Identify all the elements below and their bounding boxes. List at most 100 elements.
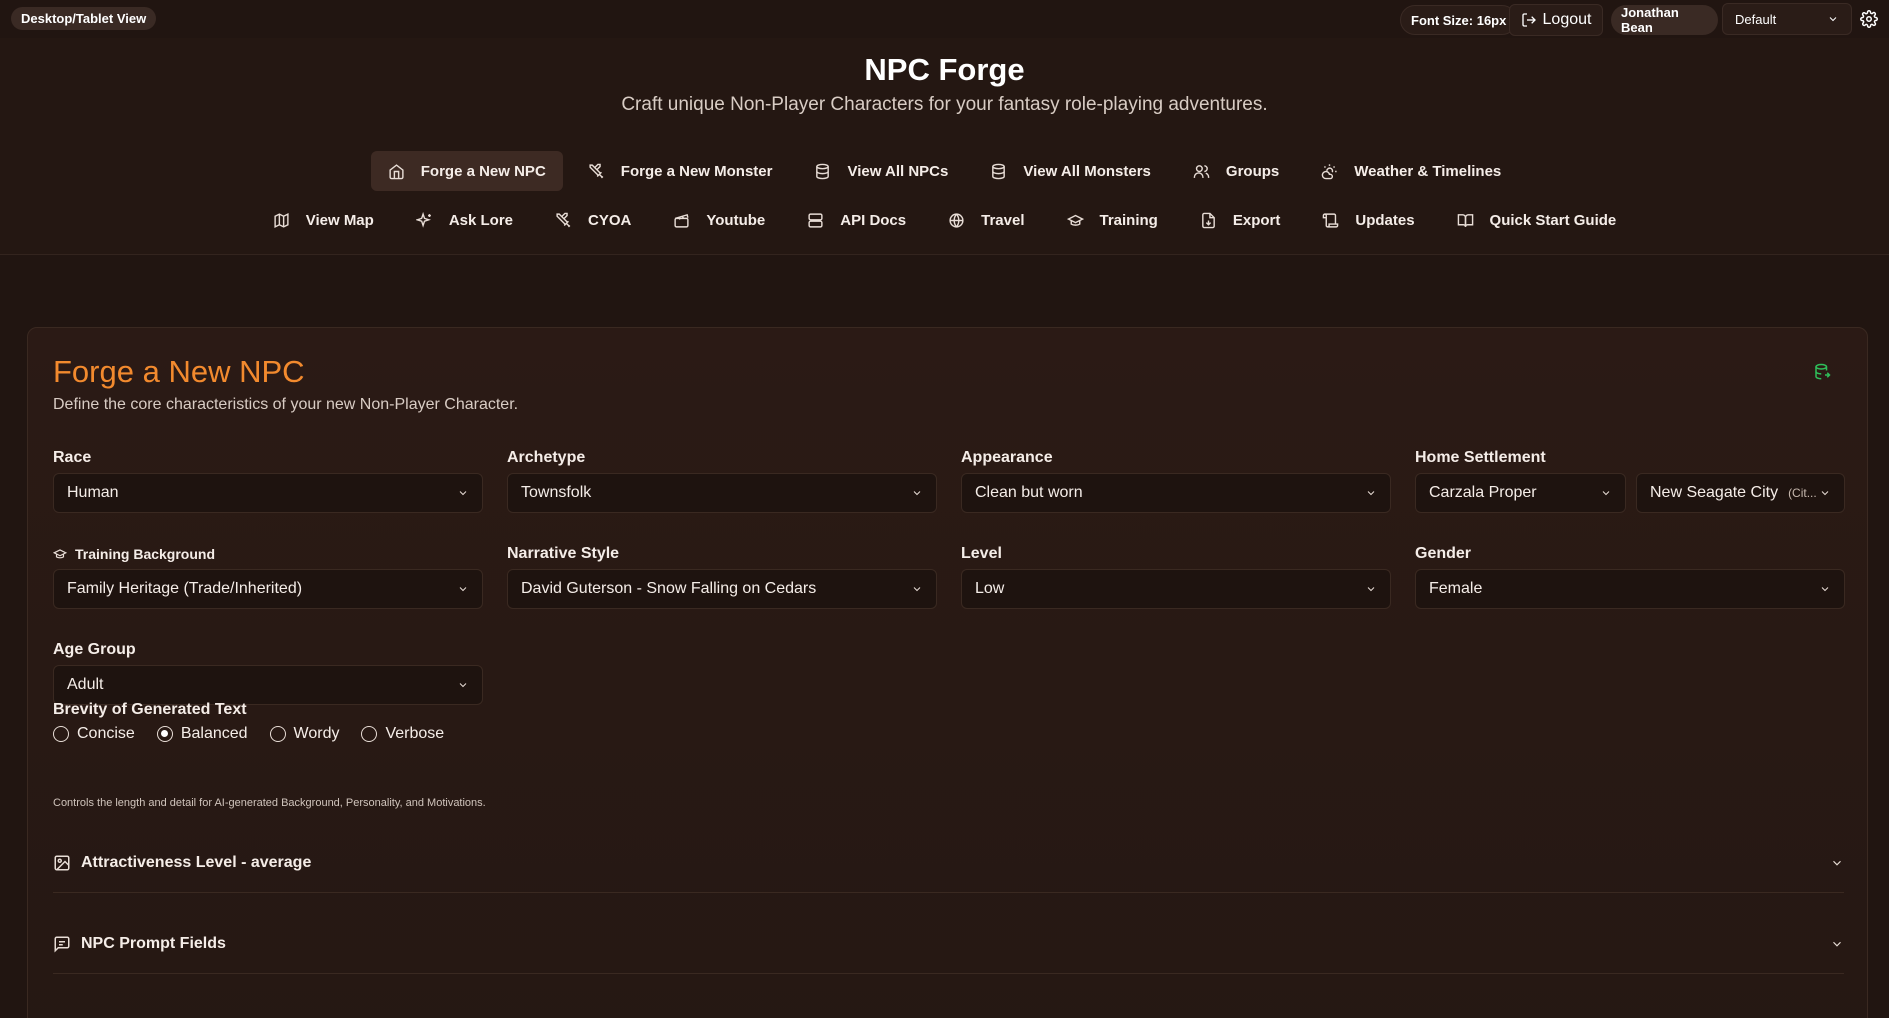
logout-label: Logout — [1542, 11, 1592, 28]
narrative-style-select[interactable]: David Guterson - Snow Falling on Cedars — [507, 569, 937, 609]
chevron-down-icon — [459, 683, 467, 688]
radio-button-selected[interactable] — [156, 726, 173, 742]
chevron-down-icon — [1367, 491, 1375, 496]
nav-updates[interactable]: Updates — [1305, 200, 1431, 240]
app-subtitle: Craft unique Non-Player Characters for y… — [621, 94, 1268, 115]
nav-youtube[interactable]: Youtube — [656, 200, 782, 240]
narrative-style-label: Narrative Style — [507, 545, 620, 562]
brevity-option-verbose[interactable]: Verbose — [361, 725, 444, 743]
brevity-option-concise[interactable]: Concise — [53, 725, 135, 743]
chevron-down-icon — [459, 491, 467, 496]
theme-value: Default — [1735, 11, 1777, 27]
form-subtitle: Define the core characteristics of your … — [53, 396, 519, 413]
nav-export[interactable]: Export — [1183, 200, 1298, 240]
logout-icon — [1521, 13, 1536, 27]
nav-travel[interactable]: Travel — [931, 200, 1041, 240]
database-sync-icon[interactable] — [1813, 363, 1831, 381]
nav-view-npcs[interactable]: View All NPCs — [797, 151, 965, 191]
training-background-label: Training Background — [53, 544, 483, 564]
home-settlement-label: Home Settlement — [1415, 449, 1546, 466]
chevron-down-icon — [1833, 941, 1841, 947]
view-mode-badge[interactable]: Desktop/Tablet View — [11, 7, 157, 30]
brevity-label: Brevity of Generated Text — [53, 701, 247, 718]
nav-training[interactable]: Training — [1050, 200, 1175, 240]
swords-icon — [556, 212, 571, 227]
home-icon — [389, 163, 404, 179]
chevron-down-icon — [1833, 860, 1841, 866]
server-icon — [808, 212, 823, 228]
level-select[interactable]: Low — [961, 569, 1391, 609]
appearance-label: Appearance — [961, 449, 1053, 466]
nav-groups[interactable]: Groups — [1176, 151, 1296, 191]
race-field: Race Human — [53, 448, 483, 513]
gender-field: Gender Female — [1415, 544, 1845, 609]
nav-ask-lore[interactable]: Ask Lore — [399, 200, 530, 240]
brevity-option-balanced[interactable]: Balanced — [156, 725, 248, 743]
graduation-cap-icon — [53, 549, 67, 559]
nav-row-secondary: View Map Ask Lore CYOA Youtube API Docs … — [0, 200, 1889, 240]
chevron-down-icon — [1821, 587, 1829, 592]
nav-weather[interactable]: Weather & Timelines — [1304, 151, 1518, 191]
clapperboard-icon — [674, 213, 689, 228]
attractiveness-accordion[interactable]: Attractiveness Level - average — [53, 833, 1844, 893]
database-icon — [816, 163, 830, 179]
sun-cloud-icon — [1321, 163, 1337, 179]
radio-button[interactable] — [269, 726, 286, 742]
npc-form-card: Forge a New NPC Define the core characte… — [27, 327, 1868, 1018]
chevron-down-icon — [459, 587, 467, 592]
age-group-label: Age Group — [53, 641, 136, 658]
users-icon — [1193, 164, 1210, 178]
app-header: NPC Forge Craft unique Non-Player Charac… — [0, 38, 1889, 255]
database-icon — [992, 163, 1006, 179]
nav-api-docs[interactable]: API Docs — [790, 200, 923, 240]
font-size-badge[interactable]: Font Size: 16px — [1400, 5, 1518, 35]
swords-icon — [589, 163, 604, 178]
nav-view-monsters[interactable]: View All Monsters — [973, 151, 1168, 191]
chevron-down-icon — [913, 491, 921, 496]
radio-button[interactable] — [361, 726, 378, 742]
age-group-field: Age Group Adult — [53, 640, 483, 705]
level-label: Level — [961, 545, 1002, 562]
image-icon — [54, 855, 70, 870]
training-background-field: Training Background Family Heritage (Tra… — [53, 544, 483, 609]
chevron-down-icon — [1829, 17, 1837, 22]
city-select[interactable]: New Seagate City (Cit... — [1636, 473, 1845, 513]
nav-forge-monster[interactable]: Forge a New Monster — [571, 151, 790, 191]
archetype-label: Archetype — [507, 449, 586, 466]
race-label: Race — [53, 449, 92, 466]
app-title: NPC Forge — [864, 52, 1025, 87]
brevity-radio-group: Brevity of Generated Text Concise Balanc… — [53, 701, 444, 743]
chevron-down-icon — [1367, 587, 1375, 592]
logout-button[interactable]: Logout — [1509, 4, 1603, 36]
appearance-select[interactable]: Clean but worn — [961, 473, 1391, 513]
age-group-select[interactable]: Adult — [53, 665, 483, 705]
nav-cyoa[interactable]: CYOA — [538, 200, 648, 240]
home-settlement-field: Home Settlement Carzala Proper New Seaga… — [1415, 448, 1845, 513]
settlement-select[interactable]: Carzala Proper — [1415, 473, 1626, 513]
npc-prompt-fields-label: NPC Prompt Fields — [81, 934, 226, 952]
npc-prompt-fields-accordion[interactable]: NPC Prompt Fields — [53, 914, 1844, 974]
race-select[interactable]: Human — [53, 473, 483, 513]
gear-icon[interactable] — [1860, 10, 1878, 28]
gender-label: Gender — [1415, 545, 1472, 562]
map-icon — [274, 212, 289, 228]
chevron-down-icon — [1602, 491, 1610, 496]
brevity-option-wordy[interactable]: Wordy — [269, 725, 339, 743]
theme-select[interactable]: Default — [1722, 3, 1852, 35]
nav-view-map[interactable]: View Map — [256, 200, 391, 240]
brevity-hint: Controls the length and detail for AI-ge… — [53, 797, 486, 809]
archetype-select[interactable]: Townsfolk — [507, 473, 937, 513]
sparkles-icon — [415, 211, 431, 228]
scroll-icon — [1323, 212, 1339, 228]
book-open-icon — [1457, 213, 1473, 227]
gender-select[interactable]: Female — [1415, 569, 1845, 609]
attractiveness-label: Attractiveness Level - average — [81, 853, 312, 871]
radio-button[interactable] — [53, 726, 69, 742]
training-background-select[interactable]: Family Heritage (Trade/Inherited) — [53, 569, 483, 609]
top-bar: Desktop/Tablet View Font Size: 16px Logo… — [0, 0, 1889, 38]
nav-quick-start[interactable]: Quick Start Guide — [1440, 200, 1634, 240]
user-badge[interactable]: Jonathan Bean — [1611, 5, 1718, 35]
narrative-style-field: Narrative Style David Guterson - Snow Fa… — [507, 544, 937, 609]
level-field: Level Low — [961, 544, 1391, 609]
nav-forge-npc[interactable]: Forge a New NPC — [370, 151, 563, 191]
